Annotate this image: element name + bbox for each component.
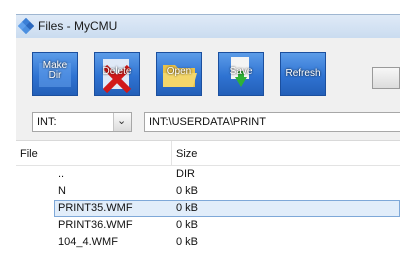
file-rows: .. DIR N 0 kB PRINT35.WMF 0 kB PRINT36.W… (16, 166, 400, 251)
refresh-button[interactable]: Refresh (280, 52, 326, 96)
window-title: Files - MyCMU (38, 19, 118, 33)
file-size: DIR (176, 168, 195, 180)
make-dir-label: Make Dir (42, 60, 68, 81)
path-bar: INT: ⌄ INT:\USERDATA\PRINT (16, 108, 400, 140)
column-header-size[interactable]: Size (172, 141, 400, 166)
delete-button[interactable]: Delete (94, 52, 140, 96)
file-name: 104_4.WMF (58, 236, 118, 248)
file-name: PRINT35.WMF (58, 202, 133, 214)
file-size: 0 kB (176, 202, 199, 214)
chevron-down-icon: ⌄ (117, 115, 127, 127)
refresh-label: Refresh (285, 68, 321, 79)
title-bar: Files - MyCMU (16, 14, 400, 39)
file-name: PRINT36.WMF (58, 219, 133, 231)
file-name: N (58, 185, 66, 197)
make-dir-button[interactable]: Make Dir (32, 52, 78, 96)
file-row-selected[interactable]: PRINT35.WMF 0 kB (54, 200, 400, 217)
path-input[interactable]: INT:\USERDATA\PRINT (144, 112, 400, 132)
path-value: INT:\USERDATA\PRINT (149, 116, 266, 128)
delete-label: Delete (102, 66, 132, 77)
open-button[interactable]: Open (156, 52, 202, 96)
column-size-label: Size (176, 148, 198, 160)
file-row[interactable]: .. DIR (16, 166, 400, 183)
file-list: File Size .. DIR N 0 kB PRINT35.WMF 0 kB… (16, 140, 400, 270)
save-button[interactable]: Save (218, 52, 264, 96)
file-size: 0 kB (176, 185, 199, 197)
column-header-file[interactable]: File (16, 141, 172, 166)
file-row[interactable]: PRINT36.WMF 0 kB (16, 217, 400, 234)
drive-value: INT: (37, 116, 57, 128)
file-row[interactable]: 104_4.WMF 0 kB (16, 234, 400, 251)
files-window: Files - MyCMU Make Dir Delete Open Save … (0, 0, 400, 270)
file-size: 0 kB (176, 236, 199, 248)
app-icon (17, 17, 35, 35)
save-label: Save (229, 66, 253, 77)
column-file-label: File (20, 148, 38, 160)
toolbar: Make Dir Delete Open Save Refresh (16, 38, 400, 108)
file-size: 0 kB (176, 219, 199, 231)
drive-select[interactable]: INT: ⌄ (32, 112, 132, 132)
toolbar-extra-button[interactable] (372, 67, 400, 89)
file-row[interactable]: N 0 kB (16, 183, 400, 200)
dropdown-button[interactable]: ⌄ (113, 113, 131, 131)
open-label: Open (166, 66, 192, 77)
file-name: .. (58, 168, 65, 180)
